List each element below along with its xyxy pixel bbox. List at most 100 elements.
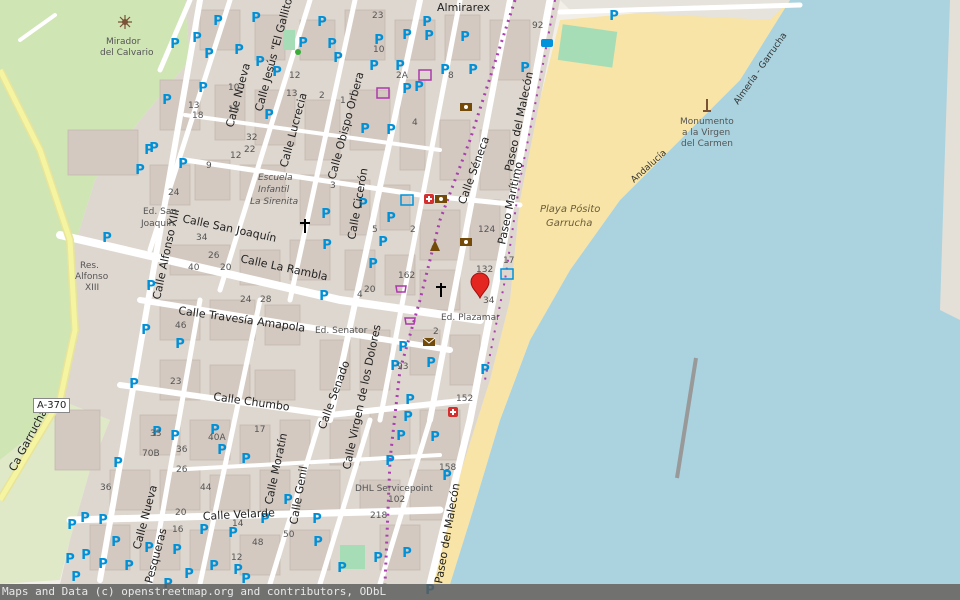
parking-icon[interactable]: P <box>178 157 188 172</box>
parking-icon[interactable]: P <box>135 163 145 178</box>
parking-icon[interactable]: P <box>368 257 378 272</box>
parking-icon[interactable]: P <box>385 454 395 469</box>
parking-icon[interactable]: P <box>209 559 219 574</box>
parking-icon[interactable]: P <box>199 523 209 538</box>
parking-icon[interactable]: P <box>480 363 490 378</box>
house-number: 20 <box>364 285 376 295</box>
parking-icon[interactable]: P <box>162 93 172 108</box>
parking-icon[interactable]: P <box>124 559 134 574</box>
label-dhl-1: DHL Servicepoint <box>355 484 433 494</box>
parking-icon[interactable]: P <box>251 11 261 26</box>
parking-icon[interactable]: P <box>264 108 274 123</box>
house-number: 92 <box>532 21 543 31</box>
parking-icon[interactable]: P <box>298 36 308 51</box>
parking-icon[interactable]: P <box>321 207 331 222</box>
bank-icon[interactable] <box>460 238 472 246</box>
parking-icon[interactable]: P <box>386 211 396 226</box>
parking-icon[interactable]: P <box>396 429 406 444</box>
parking-icon[interactable]: P <box>360 122 370 137</box>
parking-icon[interactable]: P <box>113 456 123 471</box>
parking-icon[interactable]: P <box>184 567 194 582</box>
house-number: 26 <box>208 251 220 261</box>
parking-icon[interactable]: P <box>460 30 470 45</box>
parking-icon[interactable]: P <box>170 429 180 444</box>
house-number: 8 <box>448 71 454 81</box>
house-number: 34 <box>483 296 495 306</box>
parking-icon[interactable]: P <box>398 340 408 355</box>
parking-icon[interactable]: P <box>81 548 91 563</box>
parking-icon[interactable]: P <box>192 31 202 46</box>
parking-icon[interactable]: P <box>386 123 396 138</box>
house-number: 24 <box>240 295 252 305</box>
label-ed-plazamar: Ed. Plazamar <box>441 313 500 323</box>
parking-icon[interactable]: P <box>149 141 159 156</box>
map-attribution[interactable]: Maps and Data (c) openstreetmap.org and … <box>0 584 960 600</box>
parking-icon[interactable]: P <box>175 337 185 352</box>
parking-icon[interactable]: P <box>98 557 108 572</box>
bank-icon[interactable] <box>435 195 447 203</box>
house-number: 152 <box>456 394 473 404</box>
house-number: 12 <box>231 553 242 563</box>
parking-icon[interactable]: P <box>373 551 383 566</box>
parking-icon[interactable]: P <box>129 377 139 392</box>
house-number: 36 <box>176 445 188 455</box>
house-number: 1 <box>340 96 346 106</box>
parking-icon[interactable]: P <box>204 47 214 62</box>
parking-icon[interactable]: P <box>241 452 251 467</box>
parking-icon[interactable]: P <box>71 570 81 585</box>
parking-icon[interactable]: P <box>369 59 379 74</box>
parking-icon[interactable]: P <box>111 535 121 550</box>
parking-icon[interactable]: P <box>378 235 388 250</box>
parking-icon[interactable]: P <box>422 15 432 30</box>
parking-icon[interactable]: P <box>98 513 108 528</box>
parking-icon[interactable]: P <box>317 15 327 30</box>
parking-icon[interactable]: P <box>405 393 415 408</box>
parking-icon[interactable]: P <box>102 231 112 246</box>
house-number: 13 <box>188 101 199 111</box>
parking-icon[interactable]: P <box>327 37 337 52</box>
house-number: 2 <box>319 91 325 101</box>
house-number: 2 <box>410 225 416 235</box>
parking-icon[interactable]: P <box>198 81 208 96</box>
parking-icon[interactable]: P <box>609 9 619 24</box>
parking-icon[interactable]: P <box>430 430 440 445</box>
parking-icon[interactable]: P <box>172 543 182 558</box>
parking-icon[interactable]: P <box>414 80 424 95</box>
parking-icon[interactable]: P <box>402 28 412 43</box>
parking-icon[interactable]: P <box>333 51 343 66</box>
parking-icon[interactable]: P <box>80 511 90 526</box>
parking-icon[interactable]: P <box>312 512 322 527</box>
bus-icon[interactable] <box>541 39 553 47</box>
parking-icon[interactable]: P <box>403 410 413 425</box>
pharmacy-icon[interactable] <box>424 194 434 204</box>
house-number: 162 <box>398 271 415 281</box>
playground-icon[interactable] <box>295 49 301 55</box>
parking-icon[interactable]: P <box>468 63 478 78</box>
parking-icon[interactable]: P <box>402 82 412 97</box>
parking-icon[interactable]: P <box>424 29 434 44</box>
house-number: 70B <box>142 449 160 459</box>
parking-icon[interactable]: P <box>319 289 329 304</box>
parking-icon[interactable]: P <box>337 561 347 576</box>
parking-icon[interactable]: P <box>213 14 223 29</box>
parking-icon[interactable]: P <box>426 356 436 371</box>
post-office-icon[interactable] <box>422 337 436 346</box>
parking-icon[interactable]: P <box>65 552 75 567</box>
parking-icon[interactable]: P <box>67 518 77 533</box>
bank-icon[interactable] <box>460 103 472 111</box>
viewpoint-icon[interactable] <box>118 15 132 29</box>
label-almirarex: Almirarex <box>437 1 490 14</box>
parking-icon[interactable]: P <box>322 238 332 253</box>
house-number: 23 <box>372 11 383 21</box>
street-map[interactable]: P P PPP P PPPPPPP P PPP PPP P PPPPP PPPPPPPPP PPPPP… <box>0 0 960 600</box>
house-number: 40 <box>188 263 200 273</box>
parking-icon[interactable]: P <box>170 37 180 52</box>
parking-icon[interactable]: P <box>234 43 244 58</box>
parking-icon[interactable]: P <box>217 443 227 458</box>
parking-icon[interactable]: P <box>402 546 412 561</box>
parking-icon[interactable]: P <box>313 535 323 550</box>
house-number: 9 <box>206 161 212 171</box>
parking-icon[interactable]: P <box>141 323 151 338</box>
pharmacy-icon[interactable] <box>448 407 458 417</box>
house-number: 34 <box>196 233 208 243</box>
